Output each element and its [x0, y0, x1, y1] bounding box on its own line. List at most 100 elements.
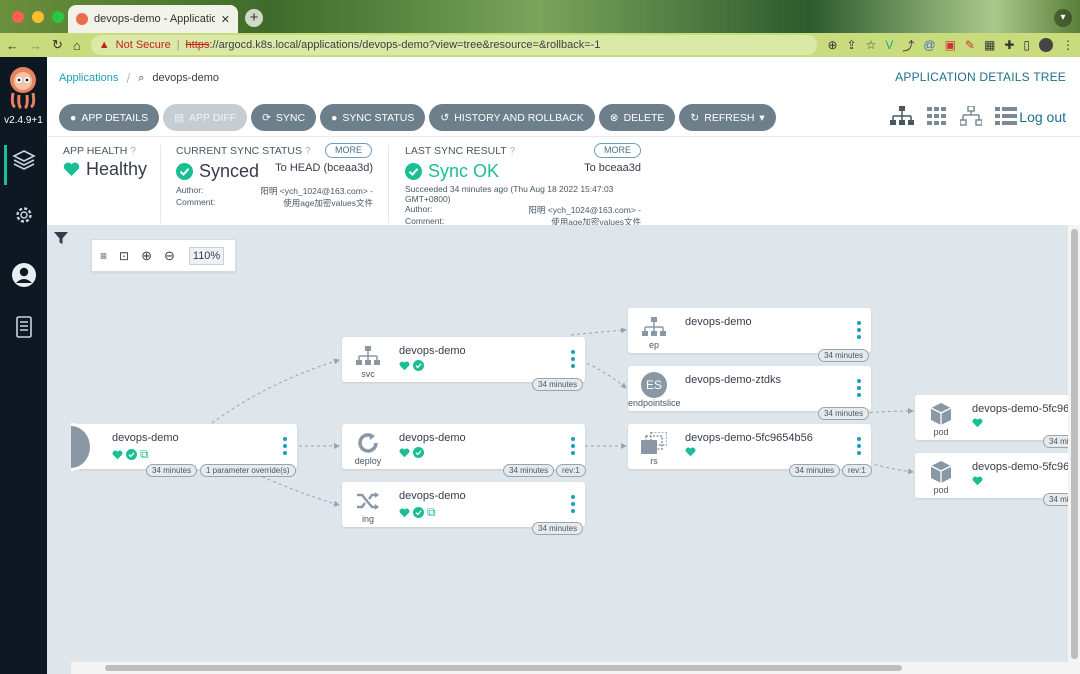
pod-cube-icon: [927, 403, 955, 425]
divider: [388, 145, 389, 223]
sidebar-item-docs[interactable]: [11, 314, 37, 340]
horizontal-scrollbar[interactable]: [105, 665, 902, 671]
pen-extension-icon[interactable]: ✎: [965, 38, 975, 52]
tab-search-chevron-icon[interactable]: ▾: [1054, 9, 1072, 27]
refresh-label: REFRESH: [704, 111, 755, 124]
endpointslice-node[interactable]: ES endpointslice devops-demo-ztdks: [628, 366, 871, 411]
puzzle-extension-icon[interactable]: ✚: [1004, 38, 1014, 52]
sync-status-button[interactable]: ● SYNC STATUS: [320, 104, 426, 131]
home-icon[interactable]: ⌂: [73, 38, 81, 53]
filter-icon[interactable]: [53, 230, 69, 246]
ingress-shuffle-icon: [354, 490, 382, 512]
fit-screen-icon[interactable]: ⊡: [119, 249, 129, 263]
app-node[interactable]: devops-demo ⧉: [71, 423, 297, 471]
delete-button[interactable]: ⊗ DELETE: [598, 104, 676, 131]
list-view-icon[interactable]: [995, 107, 1017, 125]
external-link-icon[interactable]: ⧉: [140, 447, 149, 462]
profile-avatar[interactable]: [1039, 38, 1053, 52]
url-field[interactable]: ▲ Not Secure | https://argocd.k8s.local/…: [90, 35, 818, 55]
breadcrumb-applications-link[interactable]: Applications: [59, 72, 118, 84]
node-menu-icon[interactable]: [571, 437, 575, 455]
current-sync-author: 阳明 <ych_1024@163.com> -: [260, 186, 373, 196]
svc-node[interactable]: svc devops-demo: [342, 337, 585, 382]
node-menu-icon[interactable]: [571, 495, 575, 513]
app-details-button[interactable]: ● APP DETAILS: [59, 104, 160, 131]
history-icon: ↺: [440, 111, 450, 124]
search-icon[interactable]: ⌕: [138, 72, 144, 85]
sidebar-item-settings[interactable]: [11, 202, 37, 228]
minimize-window-button[interactable]: [32, 11, 44, 23]
vertical-scrollbar[interactable]: [1071, 229, 1078, 659]
forward-arrow-icon[interactable]: →: [29, 38, 42, 53]
external-link-icon[interactable]: ⧉: [427, 505, 436, 520]
app-diff-label: APP DIFF: [189, 111, 237, 124]
current-sync-comment: 使用age加密values文件: [283, 198, 373, 208]
logout-link[interactable]: Log out: [1019, 109, 1066, 125]
node-menu-icon[interactable]: [857, 321, 861, 339]
bookmark-star-icon[interactable]: ☆: [866, 38, 877, 52]
grid-extension-icon[interactable]: ▦: [984, 38, 995, 52]
help-icon[interactable]: ?: [509, 146, 515, 157]
browser-menu-icon[interactable]: ⋮: [1062, 38, 1074, 52]
heart-icon: [399, 508, 410, 517]
reload-icon[interactable]: ↻: [52, 37, 63, 53]
refresh-button[interactable]: ↻ REFRESH ▾: [679, 104, 776, 131]
share-icon[interactable]: ⇪: [847, 38, 857, 52]
sidebar-item-applications[interactable]: [11, 147, 37, 173]
node-menu-icon[interactable]: [857, 437, 861, 455]
rs-node[interactable]: rs devops-demo-5fc9654b56: [628, 424, 871, 469]
vue-extension-icon[interactable]: V: [885, 38, 893, 52]
close-window-button[interactable]: [12, 11, 24, 23]
current-sync-more-button[interactable]: MORE: [325, 143, 372, 158]
sidepanel-icon[interactable]: ▯: [1023, 38, 1030, 52]
history-rollback-button[interactable]: ↺ HISTORY AND ROLLBACK: [429, 104, 595, 131]
sync-button[interactable]: ⟳ SYNC: [251, 104, 317, 131]
check-circle-icon: [405, 163, 422, 180]
node-menu-icon[interactable]: [283, 437, 287, 455]
maximize-window-button[interactable]: [52, 11, 64, 23]
new-tab-button[interactable]: +: [245, 9, 263, 27]
url-scheme: https: [185, 39, 210, 51]
chart-extension-icon[interactable]: ⤴: [902, 37, 914, 54]
app-diff-button[interactable]: ▤ APP DIFF: [163, 104, 248, 131]
pods-view-icon[interactable]: [927, 107, 947, 125]
pod-node[interactable]: pod devops-demo-5fc96: [915, 395, 1080, 440]
tab-close-icon[interactable]: ✕: [221, 13, 230, 26]
pod-node[interactable]: pod devops-demo-5fc96: [915, 453, 1080, 498]
at-extension-icon[interactable]: @: [923, 38, 935, 52]
resource-tree-canvas[interactable]: devops-demo ⧉ 34 minutes 1 parameter ove…: [47, 225, 1080, 674]
zoom-in-icon[interactable]: ⊕: [141, 248, 152, 264]
age-badge: 34 minutes: [818, 349, 870, 362]
zoom-out-icon[interactable]: ⊖: [164, 248, 175, 264]
help-icon[interactable]: ?: [305, 146, 311, 157]
argo-logo-icon[interactable]: [6, 65, 40, 109]
node-menu-icon[interactable]: [857, 379, 861, 397]
svc-node-name: devops-demo: [399, 345, 466, 357]
ing-node[interactable]: ing devops-demo ⧉: [342, 482, 585, 527]
zoom-percent[interactable]: 110%: [188, 246, 225, 265]
node-kind: pod: [933, 485, 949, 495]
node-kind: ep: [648, 340, 659, 350]
fe-extension-icon[interactable]: ▣: [945, 38, 956, 52]
network-view-icon[interactable]: [960, 106, 982, 126]
ep-node[interactable]: ep devops-demo: [628, 308, 871, 353]
sidebar-item-user-info[interactable]: [11, 262, 37, 288]
window-controls: [12, 11, 64, 23]
help-icon[interactable]: ?: [130, 146, 136, 157]
back-arrow-icon[interactable]: ←: [6, 38, 19, 53]
tree-view-icon[interactable]: [890, 106, 914, 126]
zoom-magnifier-icon[interactable]: ⊕: [827, 38, 837, 52]
align-left-icon[interactable]: ≡: [100, 249, 107, 263]
deploy-node[interactable]: deploy devops-demo: [342, 424, 585, 469]
browser-tab[interactable]: devops-demo - Application De ✕: [68, 5, 238, 33]
refresh-icon: ↻: [690, 111, 700, 124]
app-node-status: ⧉: [112, 447, 149, 462]
node-menu-icon[interactable]: [571, 350, 575, 368]
last-sync-more-button[interactable]: MORE: [594, 143, 641, 158]
browser-tab-strip: devops-demo - Application De ✕ + ▾: [0, 0, 1080, 33]
breadcrumb: Applications / ⌕ devops-demo: [59, 70, 219, 86]
author-label: Author:: [176, 185, 204, 195]
node-kind: deploy: [354, 456, 382, 466]
sidebar: v2.4.9+1: [0, 57, 47, 674]
check-circle-icon: [413, 507, 424, 518]
